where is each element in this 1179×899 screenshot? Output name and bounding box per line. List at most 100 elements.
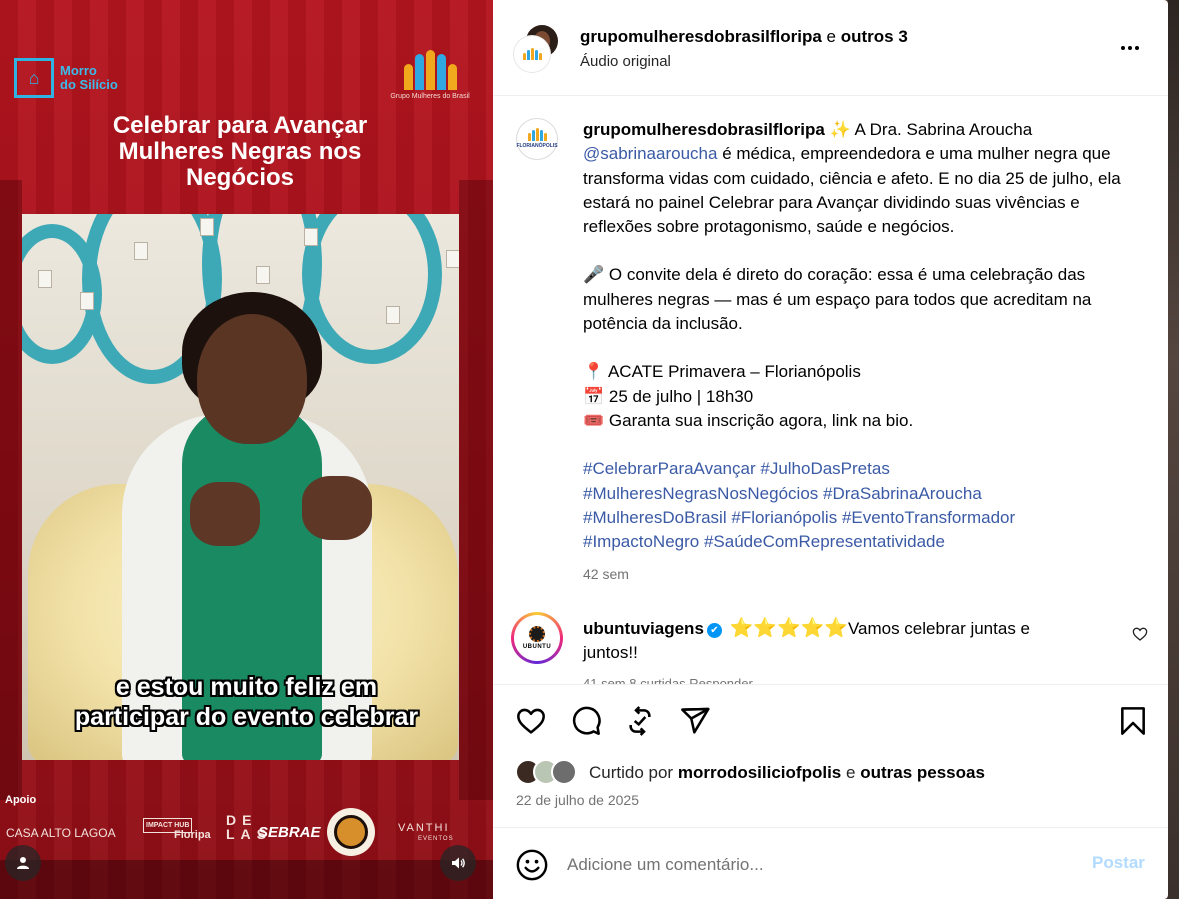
hashtag-link[interactable]: #DraSabrinaAroucha <box>823 484 982 503</box>
caption-date: 📅 25 de julho | 18h30 <box>583 386 754 406</box>
wall-photo <box>200 218 214 236</box>
logo-mark <box>388 46 472 90</box>
sponsor-delas: DE LAS <box>226 812 272 842</box>
repost-button[interactable] <box>624 705 656 737</box>
audio-toggle-button[interactable] <box>440 845 476 881</box>
caption-timestamp[interactable]: 42 sem <box>583 566 629 582</box>
media-title: Celebrar para Avançar Mulheres Negras no… <box>112 112 368 191</box>
post-date[interactable]: 22 de julho de 2025 <box>516 792 639 808</box>
media-pattern <box>0 860 493 899</box>
caption-author-avatar[interactable]: FLORIANÓPOLIS <box>516 118 558 160</box>
tagged-users-button[interactable] <box>5 845 41 881</box>
wall-photo <box>304 228 318 246</box>
caption-intro: A Dra. Sabrina Aroucha <box>854 120 1033 139</box>
speaker-face <box>197 314 307 444</box>
video-subtitle: e estou muito feliz em participar do eve… <box>74 673 419 731</box>
hashtag-link[interactable]: #ImpactoNegro <box>583 532 699 551</box>
wall-photo <box>134 242 148 260</box>
save-button[interactable] <box>1117 705 1149 737</box>
comment: ubuntuviagens ✔ ⭐⭐⭐⭐⭐Vamos celebrar junta… <box>583 617 1083 666</box>
emoji-icon <box>516 849 548 881</box>
logo-text: Morro do Silício <box>60 63 118 92</box>
repost-icon <box>629 706 651 736</box>
comment-username-link[interactable]: ubuntuviagens <box>583 619 704 638</box>
caption-ticket: 🎟️ Garanta sua inscrição agora, link na … <box>583 410 914 430</box>
hashtag-link[interactable]: #CelebrarParaAvançar <box>583 459 756 478</box>
like-button[interactable] <box>515 705 547 737</box>
comment-input[interactable] <box>567 850 1067 880</box>
avatar-text: UBUNTU <box>522 644 552 650</box>
hashtag-link[interactable]: #SaúdeComRepresentatividade <box>704 532 945 551</box>
post-media[interactable]: ⌂ Morro do Silício Grupo Mulheres do Bra… <box>0 0 493 899</box>
sponsors-label: Apoio <box>5 794 37 806</box>
emoji-picker-button[interactable] <box>515 848 549 882</box>
star-emojis: ⭐⭐⭐⭐⭐ <box>729 618 848 639</box>
speaker-icon <box>452 857 465 869</box>
caption-hashtags: #CelebrarParaAvançar #JulhoDasPretas #Mu… <box>583 457 1138 554</box>
post-comment-button[interactable]: Postar <box>1092 853 1145 873</box>
more-horizontal-icon <box>1121 46 1139 50</box>
caption-location: 📍 ACATE Primavera – Florianópolis <box>583 362 861 382</box>
wall-photo <box>446 250 459 268</box>
more-options-button[interactable] <box>1118 36 1142 66</box>
avatar-text: FLORIANÓPOLIS <box>516 143 558 149</box>
add-comment-bar: Postar <box>493 827 1168 899</box>
author-avatar[interactable] <box>514 36 550 72</box>
liked-by-summary: Curtido por morrodosiliciofpolis e outra… <box>589 763 985 783</box>
comment-button[interactable] <box>570 705 602 737</box>
wall-photo <box>256 266 270 284</box>
hashtag-link[interactable]: #Florianópolis <box>731 508 837 527</box>
caption-username-link[interactable]: grupomulheresdobrasilfloripa <box>583 120 825 139</box>
sun-icon <box>529 626 545 642</box>
liked-by-user-link[interactable]: morrodosiliciofpolis <box>678 763 841 782</box>
hashtag-link[interactable]: #EventoTransformador <box>842 508 1015 527</box>
sponsor-impact-hub-city: Floripa <box>174 829 211 841</box>
logo-mark: ⌂ <box>14 58 54 98</box>
sponsor-sebrae: SEBRAE <box>258 824 321 841</box>
commenter-avatar[interactable]: UBUNTU <box>511 612 563 664</box>
heart-icon <box>1132 627 1148 641</box>
likers-avatars[interactable] <box>515 759 585 785</box>
hashtag-link[interactable]: #MulheresNegrasNosNegócios <box>583 484 818 503</box>
mention-link[interactable]: @sabrinaaroucha <box>583 144 717 163</box>
wall-photo <box>386 306 400 324</box>
comments-section[interactable]: FLORIANÓPOLIS grupomulheresdobrasilflori… <box>493 96 1168 684</box>
header-connector: e <box>826 27 837 46</box>
comment-icon <box>572 706 601 735</box>
post-caption: grupomulheresdobrasilfloripa ✨ A Dra. Sa… <box>583 118 1138 554</box>
wall-photo <box>38 270 52 288</box>
post-side-panel: grupomulheresdobrasilfloripa e outros 3 … <box>493 0 1168 899</box>
logo-mark <box>527 128 547 141</box>
caption-paragraph-2: 🎤 O convite dela é direto do coração: es… <box>583 265 1092 334</box>
logo-mark <box>522 48 542 60</box>
header-others-link[interactable]: outros 3 <box>841 27 908 46</box>
hashtag-link[interactable]: #MulheresDoBrasil <box>583 508 727 527</box>
heart-icon <box>517 708 545 734</box>
sparkle-emoji: ✨ <box>829 120 851 139</box>
liked-by-others-link[interactable]: outras pessoas <box>860 763 985 782</box>
speaker-hand <box>190 482 260 546</box>
bookmark-icon <box>1121 707 1145 735</box>
backdrop <box>1168 0 1179 899</box>
wall-photo <box>80 292 94 310</box>
logo-morro-do-silicio: ⌂ Morro do Silício <box>14 58 118 98</box>
sponsor-vanthi: VANTHI <box>398 822 450 834</box>
post-header: grupomulheresdobrasilfloripa e outros 3 … <box>493 0 1168 96</box>
verified-badge-icon: ✔ <box>706 623 722 638</box>
logo-text: Grupo Mulheres do Brasil <box>390 93 470 100</box>
post-actions: Curtido por morrodosiliciofpolis e outra… <box>493 684 1168 827</box>
sponsor-circle-logo <box>327 808 375 856</box>
speaker-hand <box>302 476 372 540</box>
user-icon <box>17 857 29 869</box>
liked-by-connector: e <box>845 763 856 782</box>
sponsor-vanthi-sub: EVENTOS <box>418 836 454 842</box>
comment-like-button[interactable] <box>1132 626 1148 646</box>
original-audio-link[interactable]: Áudio original <box>580 53 671 70</box>
share-button[interactable] <box>679 705 711 737</box>
header-title: grupomulheresdobrasilfloripa e outros 3 <box>580 27 908 47</box>
header-username-link[interactable]: grupomulheresdobrasilfloripa <box>580 27 822 46</box>
comment-meta: 41 sem 8 curtidas Responder <box>583 676 753 684</box>
liker-avatar <box>551 759 577 785</box>
hashtag-link[interactable]: #JulhoDasPretas <box>760 459 889 478</box>
share-icon <box>681 707 710 734</box>
